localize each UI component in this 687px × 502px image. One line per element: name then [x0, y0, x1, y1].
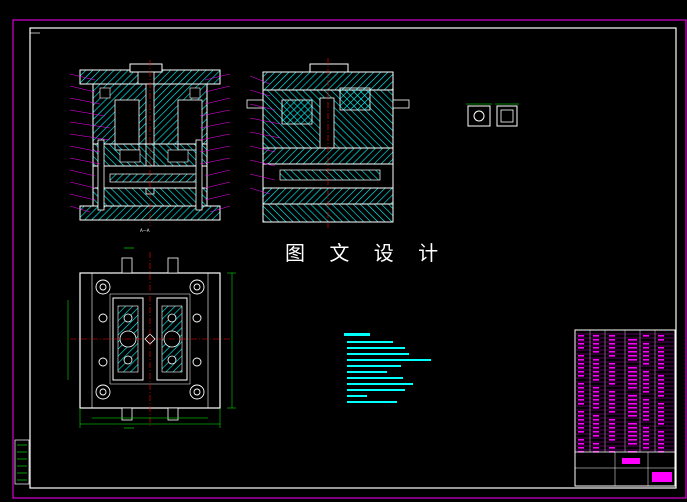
cad-drawing: A—A 图 文 设 计	[12, 19, 687, 499]
revision-block	[14, 439, 30, 485]
side-section-view	[246, 58, 410, 228]
watermark-text: 图 文 设 计	[285, 241, 447, 265]
front-section-view: A—A	[69, 60, 231, 233]
detail-views	[466, 103, 519, 127]
svg-text:A—A: A—A	[140, 228, 150, 233]
plan-view	[67, 247, 236, 429]
parts-list-title-block	[574, 329, 676, 487]
technical-notes-block	[344, 333, 431, 403]
